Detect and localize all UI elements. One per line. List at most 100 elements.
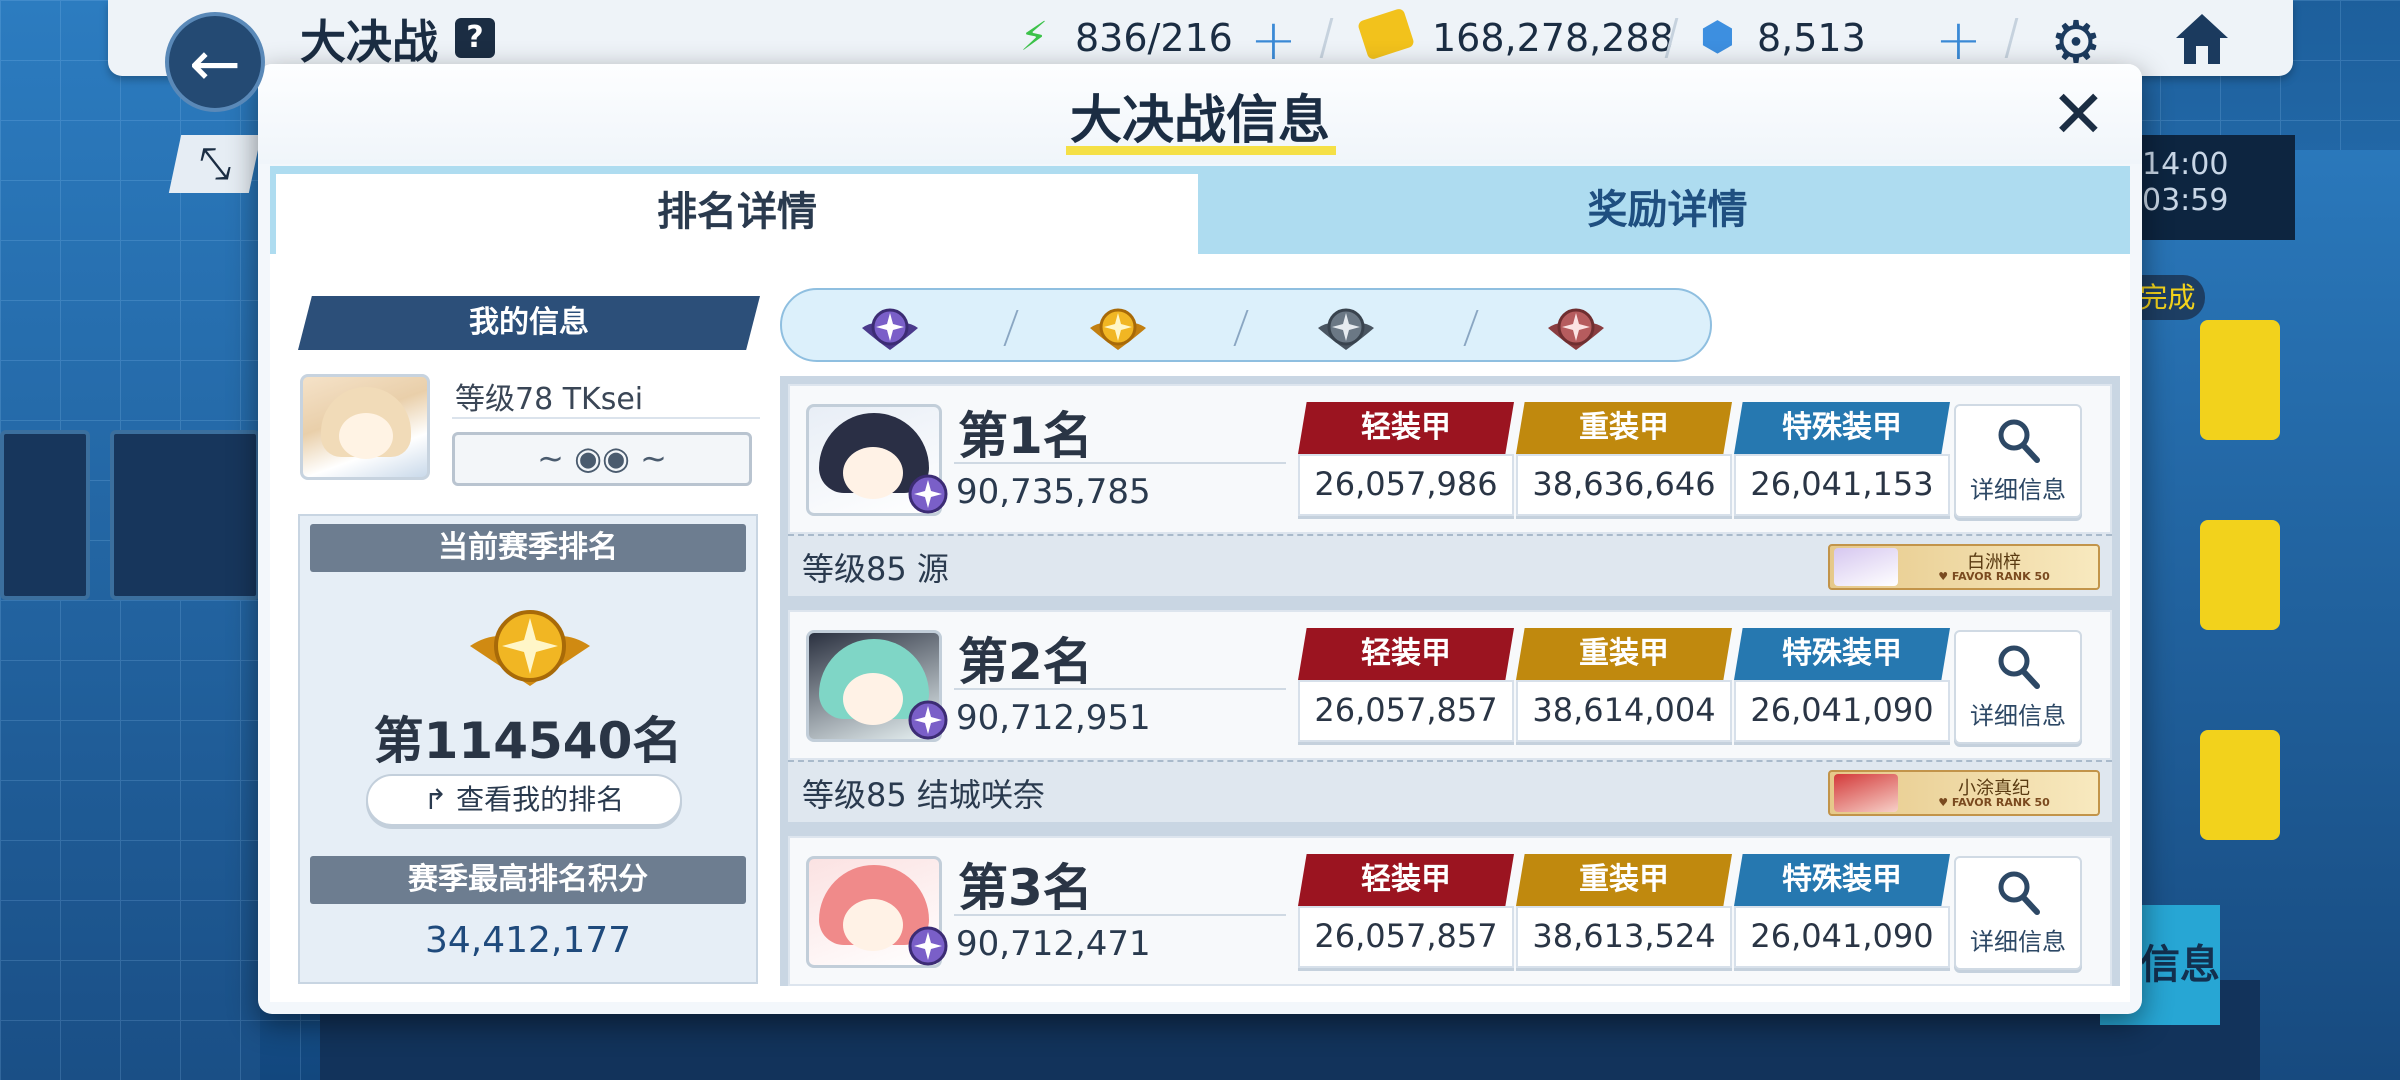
help-icon[interactable]: ? — [455, 18, 495, 58]
back-button[interactable]: ← — [165, 12, 265, 112]
detail-info-label: 详细信息 — [1970, 928, 2066, 956]
platinum-rank-icon — [908, 926, 948, 966]
gems-value: 8,513 — [1757, 16, 1866, 60]
ap-bolt-icon: ⚡ — [1020, 14, 1049, 60]
divider — [954, 688, 1286, 690]
tab-reward-details[interactable]: 奖励详情 — [1205, 166, 2130, 254]
divider — [1233, 310, 1249, 346]
avatar-face — [843, 899, 903, 951]
silver-rank-icon[interactable] — [1316, 300, 1376, 354]
favor-student-card: 白洲梓 ♥ FAVOR RANK 50 — [1828, 544, 2100, 590]
entry-summary: 第3名 90,712,471 轻装甲 26,057,857 重装甲 38,613… — [788, 836, 2112, 986]
background-yellow-panel — [2200, 730, 2280, 840]
special-armor-value: 26,041,090 — [1734, 680, 1950, 742]
search-icon — [1998, 871, 2040, 915]
gold-rank-icon[interactable] — [1088, 300, 1148, 354]
divider — [954, 462, 1286, 464]
share-arrow-icon: ↱ — [423, 783, 457, 816]
player-name: 等级78 TKsei — [455, 382, 644, 417]
light-armor-value: 26,057,857 — [1298, 906, 1514, 968]
special-armor-label: 特殊装甲 — [1734, 402, 1950, 454]
view-my-rank-button[interactable]: ↱ 查看我的排名 — [366, 774, 682, 826]
list-item[interactable]: 第1名 90,735,785 轻装甲 26,057,986 重装甲 38,636… — [788, 384, 2112, 610]
special-armor-value: 26,041,153 — [1734, 454, 1950, 516]
special-armor-label: 特殊装甲 — [1734, 628, 1950, 680]
favor-student-card: 小涂真纪 ♥ FAVOR RANK 50 — [1828, 770, 2100, 816]
heavy-armor-value: 38,636,646 — [1516, 454, 1732, 516]
light-armor-value: 26,057,986 — [1298, 454, 1514, 516]
bronze-rank-icon[interactable] — [1546, 300, 1606, 354]
tab-bar: 排名详情 奖励详情 — [270, 166, 2130, 254]
entry-footer: 等级85 源 白洲梓 ♥ FAVOR RANK 50 — [788, 534, 2112, 596]
background-yellow-panel — [2200, 520, 2280, 630]
platinum-rank-icon — [908, 474, 948, 514]
heavy-armor-value: 38,614,004 — [1516, 680, 1732, 742]
season-timer: 14:00 03:59 — [2130, 135, 2295, 240]
light-armor-label: 轻装甲 — [1298, 402, 1514, 454]
light-armor-label: 轻装甲 — [1298, 854, 1514, 906]
rank-tier-filter — [780, 288, 1712, 362]
credits-value: 168,278,288 — [1432, 16, 1674, 60]
detail-info-button[interactable]: 详细信息 — [1954, 630, 2082, 744]
heavy-armor-label: 重装甲 — [1516, 854, 1732, 906]
timer-line: 14:00 — [2142, 147, 2229, 182]
light-armor-score: 轻装甲 26,057,857 — [1298, 854, 1514, 968]
background-monitor — [110, 430, 260, 600]
favor-student-portrait — [1834, 774, 1898, 812]
light-armor-label: 轻装甲 — [1298, 628, 1514, 680]
special-armor-score: 特殊装甲 26,041,090 — [1734, 854, 1950, 968]
avatar-face — [843, 447, 903, 499]
tab-rank-details[interactable]: 排名详情 — [276, 174, 1198, 254]
entry-summary: 第2名 90,712,951 轻装甲 26,057,857 重装甲 38,614… — [788, 610, 2112, 760]
timer-line: 03:59 — [2142, 183, 2229, 218]
special-armor-score: 特殊装甲 26,041,153 — [1734, 402, 1950, 516]
heavy-armor-score: 重装甲 38,614,004 — [1516, 628, 1732, 742]
total-score: 90,712,471 — [956, 924, 1151, 964]
search-icon — [1998, 419, 2040, 463]
detail-info-button[interactable]: 详细信息 — [1954, 404, 2082, 518]
detail-info-label: 详细信息 — [1970, 476, 2066, 504]
detail-info-label: 详细信息 — [1970, 702, 2066, 730]
list-item[interactable]: 第3名 90,712,471 轻装甲 26,057,857 重装甲 38,613… — [788, 836, 2112, 986]
favor-student-portrait — [1834, 548, 1898, 586]
collapse-icon[interactable]: ⤡ — [168, 135, 262, 193]
rank-position: 第1名 — [958, 407, 1093, 465]
ranking-list[interactable]: 第1名 90,735,785 轻装甲 26,057,986 重装甲 38,636… — [780, 376, 2120, 986]
avatar — [300, 374, 430, 480]
total-score: 90,735,785 — [956, 472, 1151, 512]
list-item[interactable]: 第2名 90,712,951 轻装甲 26,057,857 重装甲 38,614… — [788, 610, 2112, 836]
best-score-value: 34,412,177 — [424, 920, 632, 961]
rank-details-content: 我的信息 等级78 TKsei ~ ◉◉ ~ 当前赛季排名 第114540名 ↱… — [270, 254, 2130, 1002]
home-icon[interactable] — [2170, 6, 2234, 70]
entry-footer: 等级85 结城咲奈 小涂真纪 ♥ FAVOR RANK 50 — [788, 760, 2112, 822]
rank-position: 第3名 — [958, 859, 1093, 917]
divider — [1003, 310, 1019, 346]
battle-info-modal: 大决战信息 ✕ 排名详情 奖励详情 我的信息 等级78 TKsei ~ ◉◉ ~… — [258, 64, 2142, 1014]
detail-info-button[interactable]: 详细信息 — [1954, 856, 2082, 970]
my-info-header: 我的信息 — [298, 296, 760, 350]
special-armor-score: 特殊装甲 26,041,090 — [1734, 628, 1950, 742]
emblem-bird-icon: ~ ◉◉ ~ — [452, 432, 752, 486]
favor-rank: ♥ FAVOR RANK 50 — [1938, 570, 2050, 583]
heavy-armor-label: 重装甲 — [1516, 628, 1732, 680]
gem-icon: ⬢ — [1700, 14, 1735, 60]
platinum-rank-icon — [908, 700, 948, 740]
current-rank-label: 当前赛季排名 — [310, 524, 746, 572]
special-armor-value: 26,041,090 — [1734, 906, 1950, 968]
player-level-name: 等级85 结城咲奈 — [802, 776, 1045, 814]
divider — [452, 417, 760, 419]
close-icon[interactable]: ✕ — [2051, 82, 2106, 148]
background-yellow-panel — [2200, 320, 2280, 440]
platinum-rank-icon[interactable] — [860, 300, 920, 354]
modal-title: 大决战信息 — [1069, 91, 1330, 151]
heavy-armor-score: 重装甲 38,613,524 — [1516, 854, 1732, 968]
entry-summary: 第1名 90,735,785 轻装甲 26,057,986 重装甲 38,636… — [788, 384, 2112, 534]
divider — [954, 914, 1286, 916]
avatar-face — [843, 673, 903, 725]
title-underline — [1066, 146, 1336, 155]
player-level-name: 等级85 源 — [802, 550, 949, 588]
favor-rank: ♥ FAVOR RANK 50 — [1938, 796, 2050, 809]
best-score-label: 赛季最高排名积分 — [310, 856, 746, 904]
heavy-armor-value: 38,613,524 — [1516, 906, 1732, 968]
light-armor-value: 26,057,857 — [1298, 680, 1514, 742]
